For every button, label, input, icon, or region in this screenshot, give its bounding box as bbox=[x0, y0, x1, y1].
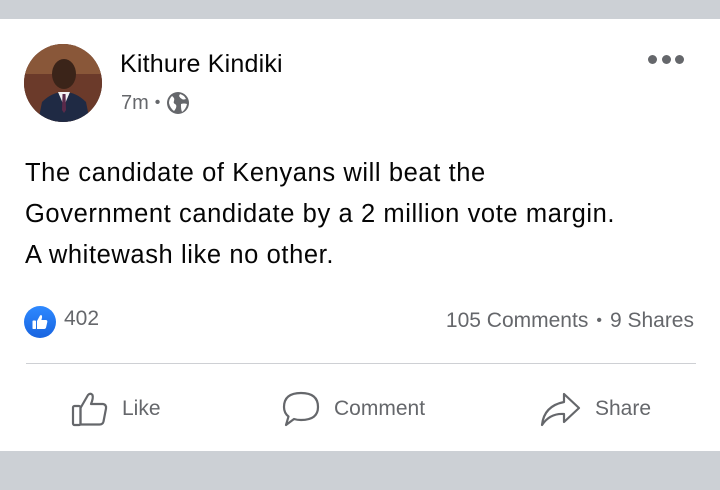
comment-button[interactable]: Comment bbox=[280, 387, 425, 431]
divider bbox=[26, 363, 696, 364]
comment-label: Comment bbox=[334, 397, 426, 420]
post-time[interactable]: 7m bbox=[121, 92, 149, 115]
post-text: The candidate of Kenyans will beat the G… bbox=[25, 153, 705, 276]
author-avatar[interactable] bbox=[24, 44, 102, 122]
like-reaction-icon[interactable] bbox=[24, 306, 56, 338]
more-dot bbox=[661, 54, 671, 64]
more-dot bbox=[675, 54, 684, 64]
more-dot bbox=[648, 54, 657, 64]
post-stats: 105 Comments • 9 Shares bbox=[446, 309, 694, 333]
post-card: Kithure Kindiki 7m • The candidate of Ke… bbox=[0, 19, 720, 451]
post-text-line: The candidate of Kenyans will beat the bbox=[25, 159, 486, 187]
post-text-line: Government candidate by a 2 million vote… bbox=[25, 200, 616, 228]
author-name[interactable]: Kithure Kindiki bbox=[120, 50, 283, 79]
thumbs-up-icon bbox=[71, 392, 108, 427]
more-options-icon[interactable] bbox=[648, 49, 684, 69]
post-text-line: A whitewash like no other. bbox=[25, 241, 335, 269]
stats-separator: • bbox=[596, 312, 602, 329]
share-icon bbox=[540, 392, 581, 427]
reaction-count[interactable]: 402 bbox=[64, 307, 99, 331]
like-label: Like bbox=[122, 397, 161, 420]
shares-count[interactable]: 9 Shares bbox=[610, 309, 694, 333]
post-meta: 7m • bbox=[121, 91, 190, 115]
like-button[interactable]: Like bbox=[70, 387, 161, 431]
meta-separator: • bbox=[154, 94, 161, 111]
share-button[interactable]: Share bbox=[539, 387, 651, 431]
share-label: Share bbox=[595, 397, 652, 420]
globe-icon[interactable] bbox=[166, 91, 190, 115]
comments-count[interactable]: 105 Comments bbox=[446, 309, 588, 333]
comment-icon bbox=[282, 391, 320, 427]
